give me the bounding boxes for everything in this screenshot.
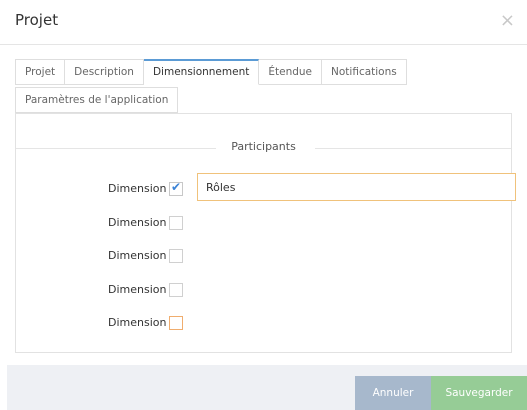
tab-row-1: Projet Description Dimensionnement Étend…	[15, 59, 407, 85]
dimension-row: Dimension	[16, 247, 513, 267]
tab-row-2: Paramètres de l'application	[15, 87, 179, 113]
tab-etendue[interactable]: Étendue	[259, 59, 323, 85]
section-title: Participants	[231, 140, 296, 153]
dimension-label: Dimension	[108, 216, 167, 229]
dimension-row: Dimension	[16, 214, 513, 234]
dimension-label: Dimension	[108, 249, 167, 262]
dimension-label: Dimension	[108, 316, 167, 329]
dimension-checkbox[interactable]	[169, 316, 183, 330]
dimension-checkbox[interactable]	[169, 216, 183, 230]
cancel-button[interactable]: Annuler	[355, 376, 431, 410]
modal-title: Projet	[15, 11, 59, 29]
close-icon[interactable]: ×	[500, 12, 515, 30]
dimensionnement-panel: Participants Dimension Dimension Dimensi…	[15, 113, 516, 353]
dimension-checkbox[interactable]	[169, 249, 183, 263]
dimension-row: Dimension	[16, 314, 513, 334]
save-button[interactable]: Sauvegarder	[431, 376, 527, 410]
modal-header: Projet ×	[0, 0, 527, 45]
divider-right	[315, 148, 511, 149]
dimension-input[interactable]	[197, 173, 516, 201]
tab-dimensionnement[interactable]: Dimensionnement	[143, 59, 260, 85]
dimension-row: Dimension	[16, 281, 513, 301]
dimension-checkbox[interactable]	[169, 180, 183, 196]
dimension-row: Dimension	[16, 173, 516, 201]
tab-description[interactable]: Description	[65, 59, 144, 85]
modal-footer: Annuler Sauvegarder	[7, 365, 527, 410]
dimension-label: Dimension	[108, 283, 167, 296]
tab-projet[interactable]: Projet	[15, 59, 66, 85]
dimension-label: Dimension	[108, 182, 167, 195]
tab-parametres-application[interactable]: Paramètres de l'application	[15, 87, 179, 113]
dimension-checkbox[interactable]	[169, 283, 183, 297]
tab-notifications[interactable]: Notifications	[322, 59, 407, 85]
